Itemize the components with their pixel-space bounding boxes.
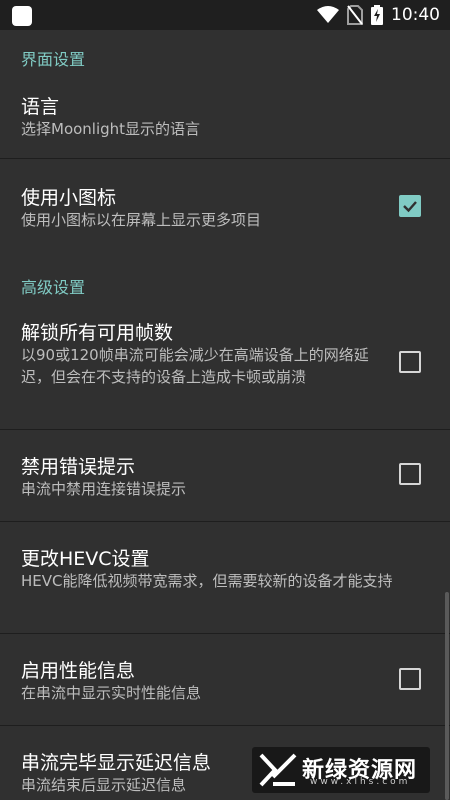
settings-list[interactable]: 界面设置 语言 选择Moonlight显示的语言 使用小图标 使用小图标以在屏幕… (0, 30, 450, 800)
setting-disable-errors-summary: 串流中禁用连接错误提示 (21, 480, 187, 498)
setting-hevc-title: 更改HEVC设置 (21, 548, 150, 570)
setting-language-title: 语言 (21, 96, 60, 118)
setting-latency-toast-title: 串流完毕显示延迟信息 (21, 752, 212, 774)
setting-small-icons-title: 使用小图标 (21, 187, 117, 209)
setting-perf-overlay[interactable]: 启用性能信息 在串流中显示实时性能信息 (0, 634, 450, 726)
app-notification-icon (12, 6, 32, 26)
section-header-advanced: 高级设置 (21, 278, 86, 297)
setting-language-summary: 选择Moonlight显示的语言 (21, 120, 201, 138)
setting-small-icons-summary: 使用小图标以在屏幕上显示更多项目 (21, 211, 262, 229)
wifi-icon (317, 6, 339, 23)
disable-errors-checkbox[interactable] (399, 463, 421, 485)
perf-overlay-checkbox[interactable] (399, 668, 421, 690)
status-icons: 10:40 (317, 0, 440, 30)
small-icons-checkbox[interactable] (399, 195, 421, 217)
setting-unlock-fps[interactable]: 解锁所有可用帧数 以90或120帧串流可能会减少在高端设备上的网络延迟，但会在不… (0, 310, 450, 430)
setting-unlock-fps-title: 解锁所有可用帧数 (21, 322, 174, 344)
watermark-url: www.xlhs.com (310, 777, 411, 787)
setting-disable-errors-title: 禁用错误提示 (21, 456, 136, 478)
setting-language[interactable]: 语言 选择Moonlight显示的语言 (0, 80, 450, 158)
unlock-fps-checkbox[interactable] (399, 351, 421, 373)
setting-hevc-summary: HEVC能降低视频带宽需求，但需要较新的设备才能支持 (21, 572, 393, 590)
setting-hevc[interactable]: 更改HEVC设置 HEVC能降低视频带宽需求，但需要较新的设备才能支持 (0, 522, 450, 634)
watermark: 新绿资源网 www.xlhs.com (252, 747, 430, 793)
setting-perf-overlay-title: 启用性能信息 (21, 660, 136, 682)
status-time: 10:40 (391, 5, 440, 25)
setting-unlock-fps-summary: 以90或120帧串流可能会减少在高端设备上的网络延迟，但会在不支持的设备上造成卡… (21, 346, 369, 386)
no-sim-icon (347, 5, 363, 25)
status-bar: 10:40 (0, 0, 450, 30)
setting-perf-overlay-summary: 在串流中显示实时性能信息 (21, 684, 202, 702)
setting-small-icons[interactable]: 使用小图标 使用小图标以在屏幕上显示更多项目 (0, 159, 450, 251)
battery-charging-icon (371, 5, 383, 25)
check-icon (403, 201, 417, 213)
watermark-logo-icon (259, 753, 297, 787)
setting-disable-errors[interactable]: 禁用错误提示 串流中禁用连接错误提示 (0, 430, 450, 522)
section-header-ui: 界面设置 (21, 50, 86, 69)
scrollbar[interactable] (445, 592, 449, 800)
